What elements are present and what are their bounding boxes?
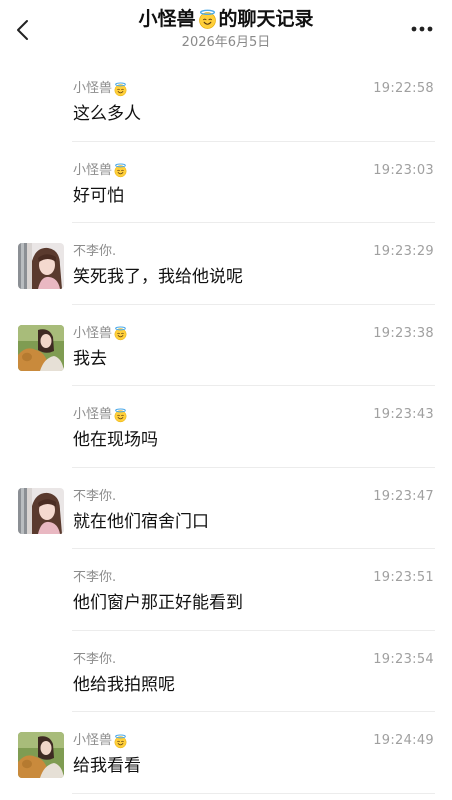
title-name: 小怪兽 [138, 8, 196, 30]
sender-name: 小怪兽 [73, 325, 113, 341]
page-subtitle-date: 2026年6月5日 [181, 35, 271, 50]
header-title-block: 小怪兽 的聊天记录 2026年6月5日 [80, 6, 372, 52]
message-sender: 小怪兽 [73, 406, 128, 424]
chat-history-header: 小怪兽 的聊天记录 2026年6月5日 [0, 0, 452, 60]
message-item[interactable]: 不李你. 19:23:47 就在他们宿舍门口 [0, 468, 452, 549]
sender-name: 不李你. [73, 570, 117, 585]
message-text: 这么多人 [73, 104, 141, 124]
sender-name: 不李你. [73, 651, 117, 667]
message-time: 19:23:47 [373, 488, 434, 504]
avatar-image [18, 732, 64, 778]
avatar-image [18, 243, 64, 289]
message-text: 好可怕 [73, 185, 124, 206]
halo-emoji-icon [113, 408, 128, 423]
sender-name: 不李你. [73, 244, 117, 259]
message-time: 19:23:29 [373, 244, 434, 259]
message-time: 19:23:51 [373, 570, 434, 585]
message-time: 19:24:49 [373, 733, 434, 748]
message-item[interactable]: 小怪兽 19:23:38 我去 [0, 305, 452, 386]
sender-name: 小怪兽 [73, 81, 113, 96]
message-list: 小怪兽 19:22:58 这么多人 小怪兽 19:23:03 好可怕 不李你. 19:23:2… [0, 60, 452, 794]
halo-emoji-icon [197, 9, 218, 30]
message-time: 19:23:38 [373, 325, 434, 341]
message-text: 他在现场吗 [73, 430, 158, 450]
message-item[interactable]: 小怪兽 19:23:03 好可怕 [0, 142, 452, 223]
avatar-image [18, 325, 64, 371]
message-text: 笑死我了，我给他说呢 [73, 267, 243, 287]
message-text: 他给我拍照呢 [73, 674, 175, 695]
message-sender: 小怪兽 [73, 732, 128, 750]
message-divider [72, 792, 435, 794]
message-item[interactable]: 小怪兽 19:22:58 这么多人 [0, 60, 452, 142]
message-sender: 不李你. [73, 243, 116, 261]
message-text: 就在他们宿舍门口 [73, 511, 209, 532]
message-text: 给我看看 [73, 756, 141, 776]
page-title: 小怪兽 的聊天记录 [138, 6, 313, 32]
message-item[interactable]: 小怪兽 19:23:43 他在现场吗 [0, 386, 452, 468]
sender-name: 小怪兽 [73, 407, 113, 422]
halo-emoji-icon [113, 326, 128, 341]
message-item[interactable]: 不李你. 19:23:54 他给我拍照呢 [0, 631, 452, 712]
sender-name: 小怪兽 [73, 162, 113, 178]
halo-emoji-icon [113, 734, 128, 749]
message-time: 19:22:58 [373, 81, 434, 96]
back-button[interactable] [12, 16, 36, 44]
message-sender: 小怪兽 [73, 162, 128, 180]
message-item[interactable]: 不李你. 19:23:51 他们窗户那正好能看到 [0, 549, 452, 631]
message-time: 19:23:54 [373, 651, 434, 667]
more-dots-icon [411, 26, 433, 32]
message-time: 19:23:43 [373, 407, 434, 422]
halo-emoji-icon [113, 163, 128, 178]
message-time: 19:23:03 [373, 162, 434, 178]
avatar-image [18, 488, 64, 534]
sender-name: 小怪兽 [73, 733, 113, 748]
avatar[interactable] [18, 325, 64, 371]
message-sender: 小怪兽 [73, 325, 128, 343]
message-sender: 不李你. [73, 488, 116, 506]
message-sender: 小怪兽 [73, 80, 128, 98]
avatar[interactable] [18, 732, 64, 778]
title-suffix: 的聊天记录 [218, 8, 314, 30]
message-item[interactable]: 小怪兽 19:24:49 给我看看 [0, 712, 452, 794]
message-sender: 不李你. [73, 569, 116, 587]
more-options-button[interactable] [408, 18, 436, 40]
message-text: 他们窗户那正好能看到 [73, 593, 243, 613]
message-sender: 不李你. [73, 651, 116, 669]
sender-name: 不李你. [73, 488, 117, 504]
avatar[interactable] [18, 243, 64, 289]
halo-emoji-icon [113, 82, 128, 97]
message-text: 我去 [73, 348, 107, 369]
message-item[interactable]: 不李你. 19:23:29 笑死我了，我给他说呢 [0, 223, 452, 305]
chevron-left-icon [17, 20, 28, 40]
avatar[interactable] [18, 488, 64, 534]
